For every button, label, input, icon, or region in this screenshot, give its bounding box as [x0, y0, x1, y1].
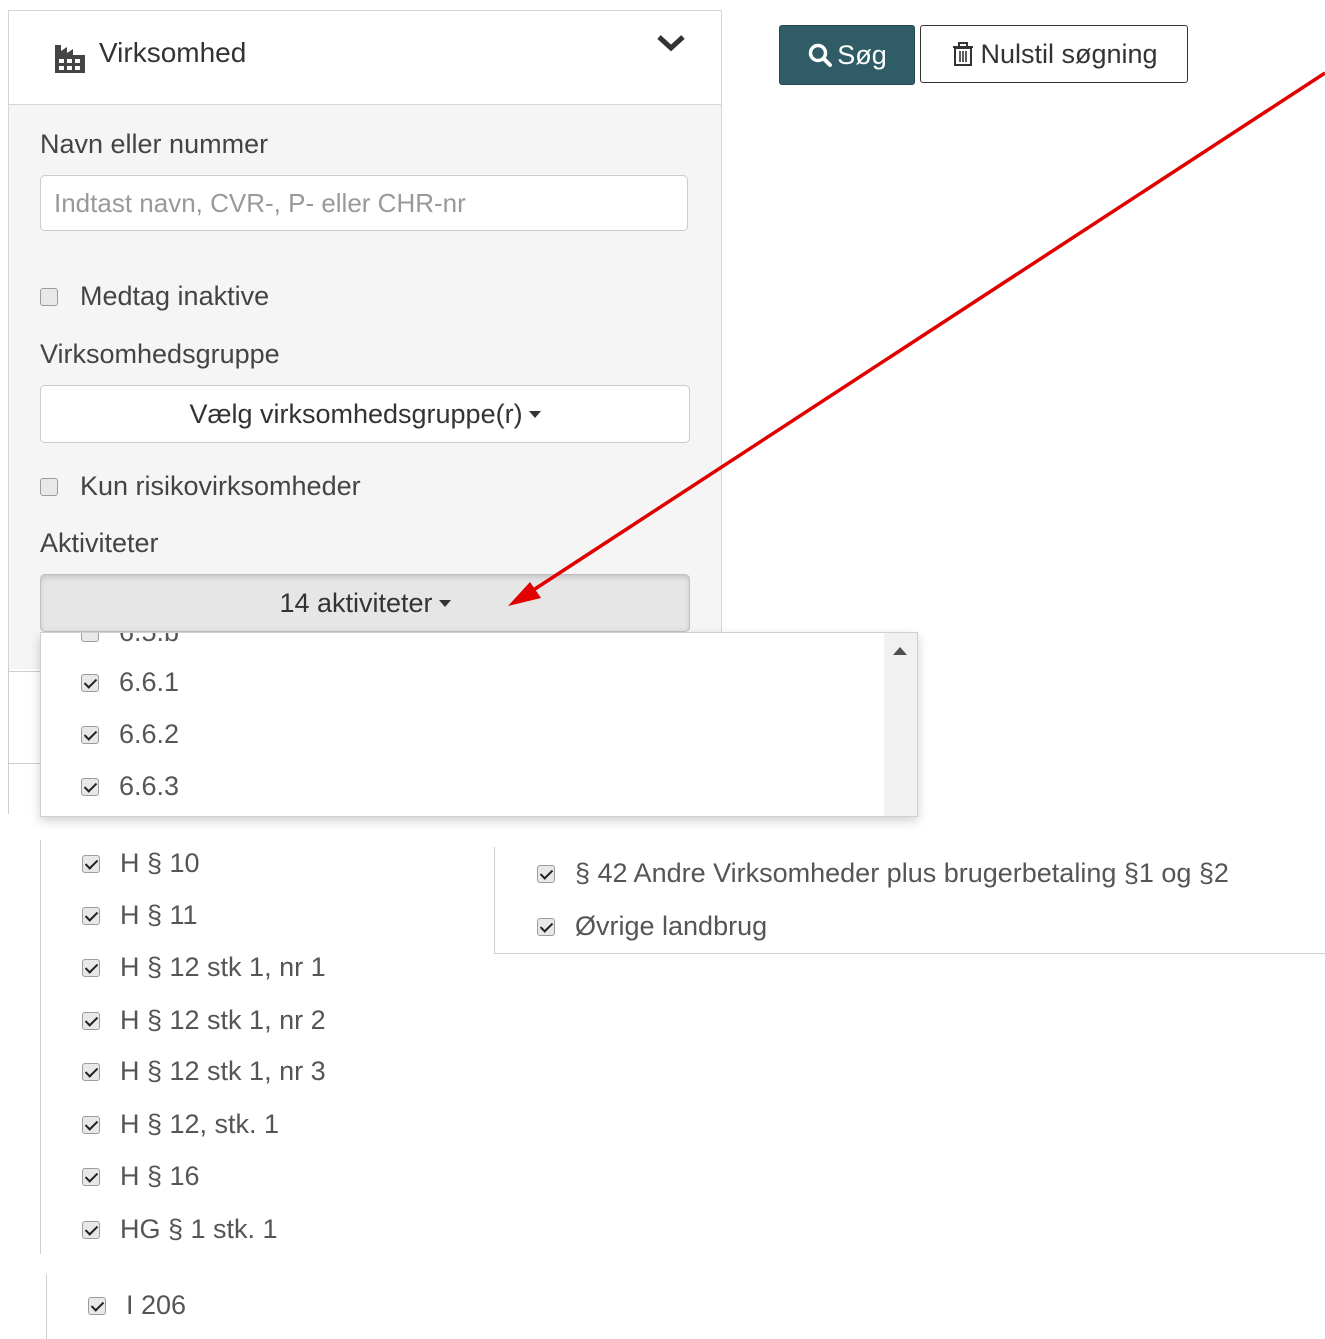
factory-icon [55, 45, 85, 73]
include-inactive-checkbox[interactable] [40, 287, 58, 306]
list-snippet: § 42 Andre Virksomheder plus brugerbetal… [494, 847, 1325, 954]
list-item[interactable]: HG § 1 stk. 1 [82, 1214, 278, 1245]
search-button[interactable]: Søg [779, 25, 915, 85]
search-button-label: Søg [837, 39, 887, 70]
chevron-down-icon[interactable] [655, 31, 687, 55]
list-item-label: Øvrige landbrug [575, 911, 768, 941]
list-item-label: H § 12 stk 1, nr 2 [120, 1005, 326, 1035]
list-item[interactable]: H § 10 [82, 848, 200, 879]
list-item-checkbox[interactable] [82, 1115, 100, 1134]
include-inactive-row[interactable]: Medtag inaktive [40, 281, 269, 312]
activities-dropdown-menu[interactable]: 6.5.b 6.6.1 6.6.2 6.6.3 [40, 632, 918, 817]
list-item-label: H § 11 [120, 900, 198, 930]
risk-only-checkbox[interactable] [40, 477, 58, 496]
list-item-label: HG § 1 stk. 1 [120, 1214, 278, 1244]
divider [8, 671, 40, 672]
dropdown-item[interactable]: 6.6.3 [81, 771, 179, 802]
list-item[interactable]: Øvrige landbrug [537, 911, 767, 942]
list-item[interactable]: H § 12, stk. 1 [82, 1109, 279, 1140]
dropdown-item-label: 6.6.2 [119, 719, 180, 749]
list-item-checkbox[interactable] [82, 1011, 100, 1030]
list-item[interactable]: H § 12 stk 1, nr 3 [82, 1056, 326, 1087]
list-item-label: I 206 [126, 1290, 187, 1320]
list-border [40, 840, 41, 1254]
name-label: Navn eller nummer [40, 129, 269, 159]
list-border [46, 1274, 47, 1339]
list-item[interactable]: H § 16 [82, 1161, 200, 1192]
list-item-checkbox[interactable] [82, 1062, 100, 1081]
list-item[interactable]: § 42 Andre Virksomheder plus brugerbetal… [537, 858, 1229, 889]
company-filter-panel: Virksomhed Navn eller nummer Medtag inak… [8, 10, 722, 669]
risk-only-label: Kun risikovirksomheder [80, 471, 361, 501]
dropdown-item-label: 6.6.1 [119, 667, 180, 697]
include-inactive-label: Medtag inaktive [80, 281, 270, 311]
list-item-checkbox[interactable] [537, 917, 555, 936]
list-item-label: H § 12 stk 1, nr 1 [120, 952, 326, 982]
dropdown-item-label: 6.5.b [119, 632, 180, 647]
divider [8, 763, 40, 764]
caret-down-icon [438, 599, 451, 607]
reset-search-label: Nulstil søgning [980, 38, 1158, 69]
dropdown-scrollbar[interactable] [884, 633, 917, 816]
list-item[interactable]: H § 11 [82, 900, 198, 931]
risk-only-row[interactable]: Kun risikovirksomheder [40, 471, 361, 502]
caret-down-icon [528, 410, 541, 418]
panel-title: Virksomhed [99, 37, 247, 68]
activities-select-label: 14 aktiviteter [279, 587, 433, 618]
trash-icon [953, 42, 974, 66]
list-item-checkbox[interactable] [82, 958, 100, 977]
dropdown-item-label: 6.6.3 [119, 771, 180, 801]
dropdown-item-checkbox[interactable] [81, 725, 99, 744]
list-item-label: H § 12, stk. 1 [120, 1109, 280, 1139]
list-item-checkbox[interactable] [82, 854, 100, 873]
group-select[interactable]: Vælg virksomhedsgruppe(r) [40, 385, 690, 443]
dropdown-item[interactable]: 6.6.2 [81, 719, 179, 750]
reset-search-button[interactable]: Nulstil søgning [920, 25, 1188, 83]
list-item-checkbox[interactable] [82, 1220, 100, 1239]
scroll-up-icon[interactable] [893, 647, 907, 655]
group-select-label: Vælg virksomhedsgruppe(r) [189, 398, 523, 429]
name-input[interactable] [40, 175, 688, 231]
activities-label: Aktiviteter [40, 528, 159, 558]
dropdown-item-checkbox[interactable] [81, 777, 99, 796]
list-item-checkbox[interactable] [82, 1167, 100, 1186]
list-item-checkbox[interactable] [537, 864, 555, 883]
list-item-checkbox[interactable] [82, 906, 100, 925]
dropdown-item-checkbox[interactable] [81, 633, 99, 642]
list-item[interactable]: H § 12 stk 1, nr 1 [82, 952, 326, 983]
list-item-label: H § 10 [120, 848, 200, 878]
dropdown-item[interactable]: 6.6.1 [81, 667, 179, 698]
list-item-checkbox[interactable] [88, 1296, 106, 1315]
list-item-label: H § 16 [120, 1161, 200, 1191]
group-label: Virksomhedsgruppe [40, 339, 280, 369]
list-item-label: § 42 Andre Virksomheder plus brugerbetal… [575, 858, 1229, 888]
search-icon [808, 43, 833, 67]
panel-border [8, 668, 9, 814]
dropdown-item-checkbox[interactable] [81, 673, 99, 692]
panel-header[interactable]: Virksomhed [9, 11, 721, 105]
dropdown-item-partial[interactable]: 6.5.b [81, 632, 180, 648]
list-item-label: H § 12 stk 1, nr 3 [120, 1056, 326, 1086]
list-item[interactable]: H § 12 stk 1, nr 2 [82, 1005, 326, 1036]
activities-select[interactable]: 14 aktiviteter [40, 574, 690, 632]
list-item[interactable]: I 206 [88, 1290, 186, 1321]
